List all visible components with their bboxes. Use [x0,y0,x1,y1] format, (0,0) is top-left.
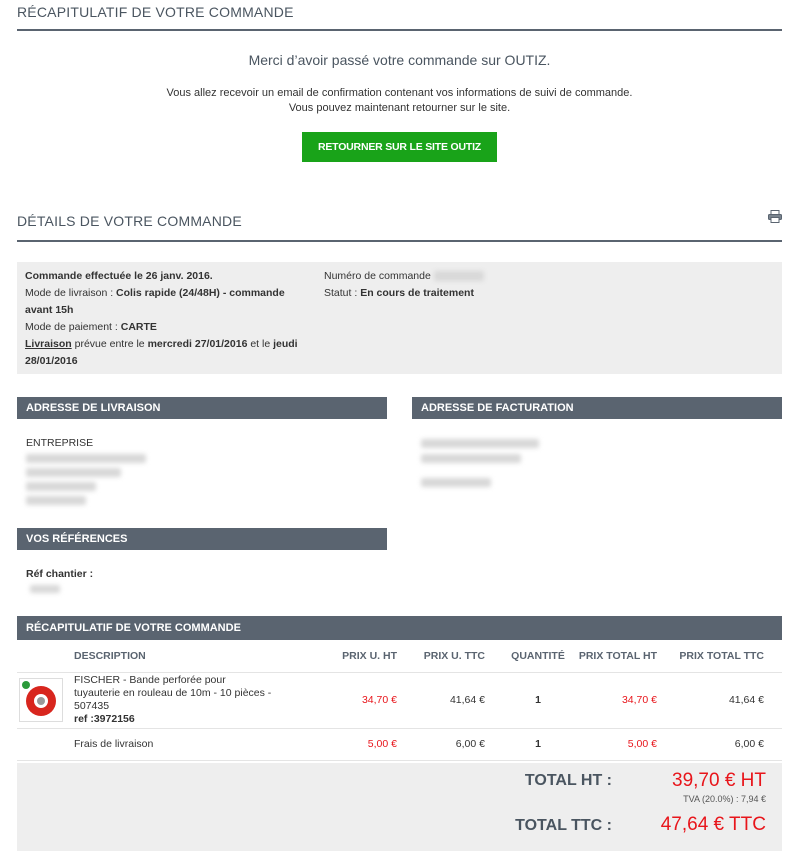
shipping-address-header: ADRESSE DE LIVRAISON [17,397,387,419]
column-header-description: DESCRIPTION [70,640,315,673]
shipping-unit-ht: 5,00 € [315,728,415,761]
product-total-ttc: 41,64 € [675,672,782,729]
total-ht-value: 39,70 € HT [672,770,766,791]
product-description[interactable]: FISCHER - Bande perforée pour tuyauterie… [74,674,274,713]
billing-address [421,436,539,487]
product-quantity: 1 [503,672,573,729]
payment-mode-value: CARTE [120,321,157,333]
total-ttc-value: 47,64 € TTC [660,814,766,835]
title-divider [17,29,782,31]
delivery-mode-label: Mode de livraison : [25,287,117,299]
table-header-row: DESCRIPTION PRIX U. HT PRIX U. TTC QUANT… [17,640,782,673]
total-ht-label: TOTAL HT : [524,772,612,789]
livraison-date-1: mercredi 27/01/2016 [147,338,248,350]
shipping-fee-description: Frais de livraison [70,728,315,761]
totals-box: TOTAL HT : 39,70 € HT TVA (20.0%) : 7,94… [17,763,782,851]
order-summary-right: Numéro de commande Statut : En cours de … [324,268,764,302]
product-image-cell [17,672,70,729]
total-ttc-label: TOTAL TTC : [515,817,612,834]
chantier-label: Réf chantier : [26,568,94,580]
delivery-estimate: Livraison prévue entre le mercredi 27/01… [25,336,315,370]
column-header-quantity: QUANTITÉ [503,640,573,673]
product-description-cell: FISCHER - Bande perforée pour tuyauterie… [70,672,315,729]
return-to-site-button[interactable]: RETOURNER SUR LE SITE OUTIZ [302,132,497,162]
product-image[interactable] [19,678,63,722]
shipping-address-redacted-2 [26,468,121,478]
column-header-total-ttc: PRIX TOTAL TTC [675,640,782,673]
order-number-redacted [433,271,484,282]
order-summary-left: Commande effectuée le 26 janv. 2016. Mod… [25,268,315,370]
livraison-link[interactable]: Livraison [25,338,72,350]
table-row: FISCHER - Bande perforée pour tuyauterie… [17,672,782,729]
shipping-unit-ttc: 6,00 € [415,728,503,761]
confirmation-info: Vous allez recevoir un email de confirma… [17,86,782,116]
confirmation-line-2: Vous pouvez maintenant retourner sur le … [288,102,511,114]
billing-address-redacted-1 [421,438,539,448]
page-title: RÉCAPITULATIF DE VOTRE COMMANDE [17,4,294,20]
shipping-quantity: 1 [503,728,573,761]
column-header-unit-ht: PRIX U. HT [315,640,415,673]
product-unit-ht: 34,70 € [315,672,415,729]
details-divider [17,240,782,242]
payment-mode-label: Mode de paiement : [25,321,121,333]
printer-icon[interactable] [768,210,782,223]
thanks-message: Merci d’avoir passé votre commande sur O… [248,52,551,68]
shipping-address-redacted-1 [26,454,146,464]
billing-address-redacted-3 [421,478,491,487]
details-title: DÉTAILS DE VOTRE COMMANDE [17,213,242,229]
column-header-unit-ttc: PRIX U. TTC [415,640,503,673]
tva-amount: TVA (20.0%) : 7,94 € [683,794,766,804]
status-label: Statut : [324,287,361,299]
shipping-address-redacted-4 [26,496,86,506]
order-number: Numéro de commande [324,268,764,285]
billing-address-redacted-2 [421,454,521,464]
livraison-text-2: et le [247,338,274,350]
chantier-value-redacted [30,585,60,593]
order-status: Statut : En cours de traitement [324,285,764,302]
payment-mode: Mode de paiement : CARTE [25,319,315,336]
livraison-text-1: prévue entre le [71,338,148,350]
table-row: Frais de livraison 5,00 € 6,00 € 1 5,00 … [17,728,782,761]
shipping-address-redacted-3 [26,482,96,492]
shipping-total-ht: 5,00 € [573,728,675,761]
references-header: VOS RÉFÉRENCES [17,528,387,550]
order-date: Commande effectuée le 26 janv. 2016. [25,270,213,282]
column-header-total-ht: PRIX TOTAL HT [573,640,675,673]
status-value: En cours de traitement [360,287,474,299]
billing-address-header: ADRESSE DE FACTURATION [412,397,782,419]
order-items-table: DESCRIPTION PRIX U. HT PRIX U. TTC QUANT… [17,640,782,761]
shipping-company: ENTREPRISE [26,437,94,449]
order-number-label: Numéro de commande [324,270,431,282]
product-ref: ref :3972156 [74,713,135,725]
shipping-address: ENTREPRISE [26,436,146,506]
order-summary-box: Commande effectuée le 26 janv. 2016. Mod… [17,262,782,374]
order-recap-header: RÉCAPITULATIF DE VOTRE COMMANDE [17,616,782,640]
image-column-header [17,640,70,673]
delivery-mode: Mode de livraison : Colis rapide (24/48H… [25,285,315,319]
shipping-image-cell [17,728,70,761]
shipping-total-ttc: 6,00 € [675,728,782,761]
confirmation-line-1: Vous allez recevoir un email de confirma… [166,87,633,99]
product-total-ht: 34,70 € [573,672,675,729]
product-unit-ttc: 41,64 € [415,672,503,729]
